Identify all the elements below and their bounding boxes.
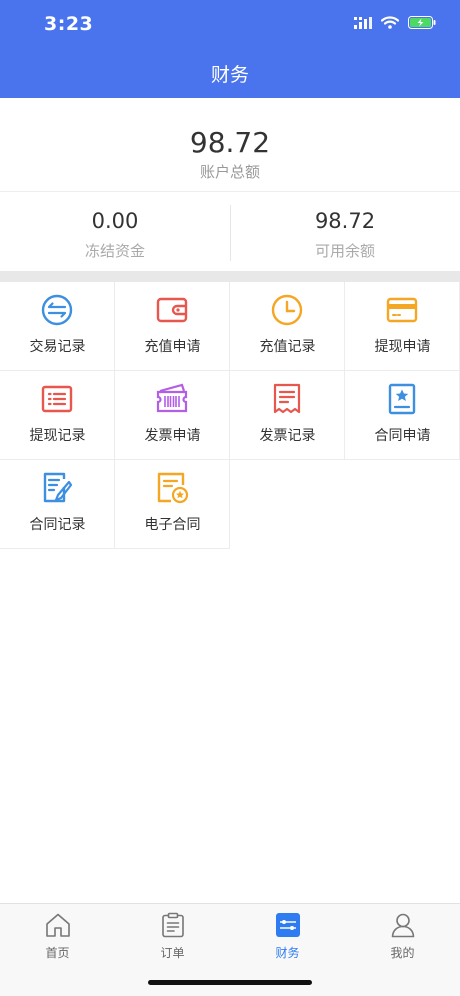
available-balance: 98.72 可用余额: [230, 193, 460, 271]
home-icon: [46, 913, 70, 937]
tab-orders[interactable]: 订单: [115, 904, 230, 974]
battery-charging-icon: [408, 16, 436, 29]
tab-label: 我的: [390, 946, 415, 960]
finance-icon: [276, 913, 300, 937]
menu-recharge-records[interactable]: 充值记录: [230, 282, 345, 371]
menu-withdraw-records[interactable]: 提现记录: [0, 371, 115, 460]
tab-profile[interactable]: 我的: [345, 904, 460, 974]
menu-label: 合同记录: [29, 517, 86, 533]
ticket-icon: [156, 383, 188, 413]
menu-label: 交易记录: [29, 339, 86, 355]
document-edit-icon: [43, 472, 73, 503]
exchange-icon: [41, 294, 73, 326]
menu-electronic-contract[interactable]: 电子合同: [115, 460, 230, 549]
contract-star-icon: [388, 383, 416, 415]
menu-invoice-records[interactable]: 发票记录: [230, 371, 345, 460]
clock-icon: [271, 294, 303, 326]
menu-contract-apply[interactable]: 合同申请: [345, 371, 460, 460]
sub-balance-section: 0.00 冻结资金 98.72 可用余额: [0, 193, 460, 271]
user-icon: [391, 913, 415, 938]
menu-invoice-apply[interactable]: 发票申请: [115, 371, 230, 460]
menu-label: 电子合同: [144, 517, 201, 533]
section-separator: [0, 271, 460, 282]
wallet-icon: [156, 297, 188, 323]
total-balance-section: 98.72 账户总额: [0, 98, 460, 192]
tab-label: 首页: [45, 946, 70, 960]
page-title: 财务: [210, 64, 249, 86]
menu-label: 合同申请: [374, 428, 431, 444]
menu-contract-records[interactable]: 合同记录: [0, 460, 115, 549]
status-bar: 3:23: [0, 0, 460, 50]
tab-label: 财务: [275, 946, 300, 960]
signal-icon: [354, 16, 372, 29]
wifi-icon: [381, 16, 399, 29]
status-time: 3:23: [44, 13, 94, 35]
menu-label: 提现记录: [29, 428, 86, 444]
menu-label: 发票记录: [259, 428, 316, 444]
total-amount-label: 账户总额: [199, 163, 260, 181]
frozen-amount: 0.00: [91, 209, 139, 233]
card-icon: [386, 297, 418, 323]
menu-label: 充值记录: [259, 339, 316, 355]
tab-finance[interactable]: 财务: [230, 904, 345, 974]
menu-label: 提现申请: [374, 339, 431, 355]
frozen-funds: 0.00 冻结资金: [0, 193, 230, 271]
available-label: 可用余额: [314, 242, 375, 260]
list-icon: [41, 385, 73, 413]
clipboard-icon: [162, 912, 184, 938]
menu-label: 充值申请: [144, 339, 201, 355]
menu-withdraw-apply[interactable]: 提现申请: [345, 282, 460, 371]
tab-label: 订单: [160, 946, 185, 960]
frozen-label: 冻结资金: [84, 242, 145, 260]
status-icons: [354, 16, 436, 29]
certificate-icon: [157, 472, 189, 504]
menu-transaction-records[interactable]: 交易记录: [0, 282, 115, 371]
receipt-icon: [273, 383, 301, 414]
home-indicator: [148, 980, 312, 985]
header: 3:23 财务: [0, 0, 460, 98]
tab-home[interactable]: 首页: [0, 904, 115, 974]
menu-recharge-apply[interactable]: 充值申请: [115, 282, 230, 371]
available-amount: 98.72: [314, 209, 376, 233]
menu-label: 发票申请: [144, 428, 201, 444]
total-amount: 98.72: [189, 126, 271, 159]
